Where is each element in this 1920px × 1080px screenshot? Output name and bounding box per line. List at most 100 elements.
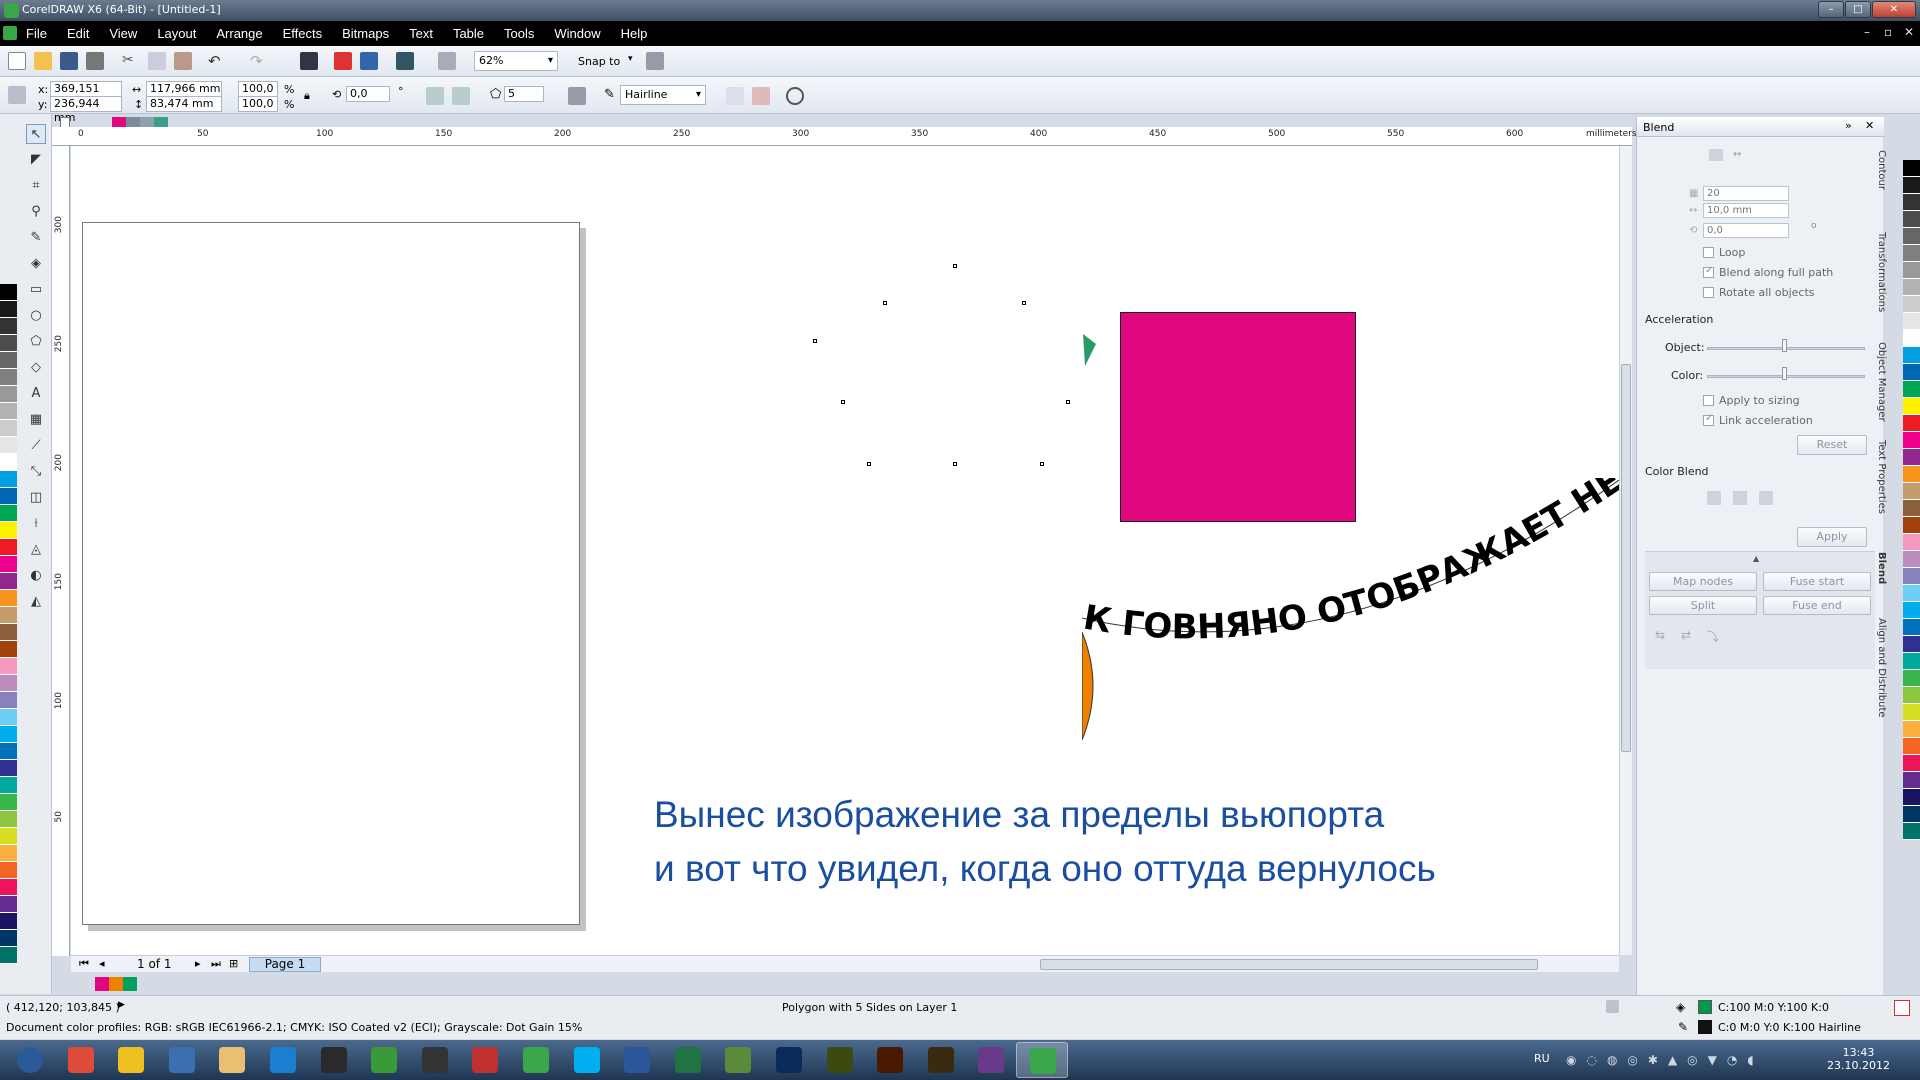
palette-swatch[interactable] bbox=[1903, 279, 1920, 296]
smart-fill-tool-icon[interactable]: ◈ bbox=[26, 254, 46, 274]
polygon-node[interactable] bbox=[1066, 400, 1070, 404]
palette-swatch[interactable] bbox=[1903, 755, 1920, 772]
apply-to-sizing-checkbox[interactable] bbox=[1703, 395, 1714, 406]
dimension-tool-icon[interactable]: ⟋ bbox=[26, 436, 46, 456]
palette-swatch[interactable] bbox=[0, 539, 17, 556]
palette-swatch[interactable] bbox=[0, 301, 17, 318]
doc-close-button[interactable]: ✕ bbox=[1904, 25, 1914, 39]
palette-swatch[interactable] bbox=[0, 437, 17, 454]
fuse-start-button[interactable]: Fuse start bbox=[1763, 572, 1871, 591]
palette-swatch[interactable] bbox=[0, 947, 17, 964]
text-on-path[interactable]: К ГОВНЯНО ОТОБРАЖАЕТ НЕ З bbox=[1082, 478, 1622, 658]
paste-icon[interactable] bbox=[174, 52, 192, 70]
taskbar-app-coreldraw-x6[interactable] bbox=[1016, 1042, 1068, 1078]
palette-swatch[interactable] bbox=[1903, 211, 1920, 228]
palette-swatch[interactable] bbox=[0, 420, 17, 437]
blend-path-icon[interactable]: ↔ bbox=[1733, 149, 1741, 160]
palette-swatch[interactable] bbox=[0, 454, 17, 471]
polygon-node[interactable] bbox=[953, 462, 957, 466]
menu-bitmaps[interactable]: Bitmaps bbox=[342, 26, 389, 41]
palette-swatch[interactable] bbox=[0, 624, 17, 641]
maximize-button[interactable]: □ bbox=[1845, 1, 1871, 18]
palette-swatch[interactable] bbox=[0, 369, 17, 386]
palette-swatch[interactable] bbox=[0, 386, 17, 403]
to-back-icon[interactable] bbox=[752, 87, 770, 105]
fill-tool-icon[interactable]: ◐ bbox=[26, 566, 46, 586]
map-nodes-button[interactable]: Map nodes bbox=[1649, 572, 1757, 591]
tab-contour[interactable]: Contour bbox=[1876, 150, 1887, 190]
palette-swatch[interactable] bbox=[1903, 262, 1920, 279]
palette-swatch[interactable] bbox=[1903, 330, 1920, 347]
system-tray-icons[interactable]: ◉◌◍◎✱▲◎▼◔◖ bbox=[1566, 1053, 1826, 1067]
palette-swatch[interactable] bbox=[0, 505, 17, 522]
scale-y-field[interactable]: 100,0 bbox=[238, 96, 278, 112]
palette-swatch[interactable] bbox=[0, 471, 17, 488]
rotate-all-objects-checkbox[interactable] bbox=[1703, 287, 1714, 298]
palette-swatch[interactable] bbox=[1903, 670, 1920, 687]
doc-swatch-pink[interactable] bbox=[95, 977, 109, 991]
horizontal-scroll-thumb[interactable] bbox=[1040, 959, 1538, 970]
clock[interactable]: 13:43 23.10.2012 bbox=[1827, 1046, 1890, 1072]
page-boundary[interactable] bbox=[82, 222, 580, 925]
scale-x-field[interactable]: 100,0 bbox=[238, 81, 278, 97]
taskbar-app-corel[interactable] bbox=[308, 1042, 360, 1078]
palette-swatch[interactable] bbox=[1903, 568, 1920, 585]
palette-swatch[interactable] bbox=[1903, 347, 1920, 364]
palette-swatch[interactable] bbox=[0, 896, 17, 913]
apply-button[interactable]: Apply bbox=[1797, 527, 1867, 547]
palette-swatch[interactable] bbox=[1903, 772, 1920, 789]
convert-to-curves-icon[interactable] bbox=[786, 87, 804, 105]
taskbar-app-ps[interactable] bbox=[763, 1042, 815, 1078]
y-position-field[interactable]: 236,944 mm bbox=[50, 96, 122, 124]
taskbar-app-security[interactable] bbox=[156, 1042, 208, 1078]
palette-swatch[interactable] bbox=[1903, 483, 1920, 500]
taskbar-app-excel[interactable] bbox=[662, 1042, 714, 1078]
outline-tool-icon[interactable]: ◬ bbox=[26, 540, 46, 560]
freehand-tool-icon[interactable]: ✎ bbox=[26, 228, 46, 248]
search-content-icon[interactable] bbox=[300, 52, 318, 70]
orange-ellipse-fragment[interactable] bbox=[1082, 632, 1102, 740]
polygon-tool-icon[interactable]: ⬠ bbox=[26, 332, 46, 352]
pick-tool-icon[interactable]: ↖ bbox=[26, 124, 46, 144]
palette-swatch[interactable] bbox=[1903, 364, 1920, 381]
tab-blend[interactable]: Blend bbox=[1876, 552, 1887, 584]
palette-swatch[interactable] bbox=[1903, 398, 1920, 415]
blend-along-full-path-checkbox[interactable] bbox=[1703, 265, 1714, 278]
polygon-node[interactable] bbox=[841, 400, 845, 404]
palette-swatch[interactable] bbox=[1903, 687, 1920, 704]
palette-swatch[interactable] bbox=[1903, 466, 1920, 483]
palette-swatch[interactable] bbox=[1903, 823, 1920, 840]
wrap-text-icon[interactable] bbox=[568, 87, 586, 105]
taskbar-app-norton[interactable] bbox=[105, 1042, 157, 1078]
palette-swatch[interactable] bbox=[1903, 619, 1920, 636]
import-icon[interactable] bbox=[334, 52, 352, 70]
outline-width-select[interactable]: Hairline bbox=[620, 85, 706, 105]
rectangle-tool-icon[interactable]: ▭ bbox=[26, 280, 46, 300]
palette-swatch[interactable] bbox=[0, 845, 17, 862]
polygon-node[interactable] bbox=[883, 301, 887, 305]
vertical-scroll-thumb[interactable] bbox=[1621, 364, 1631, 752]
polygon-node[interactable] bbox=[1022, 301, 1026, 305]
snap-to-dropdown[interactable]: Snap to bbox=[578, 55, 620, 68]
docker-close-icon[interactable]: ✕ bbox=[1865, 119, 1874, 132]
shape-tool-icon[interactable]: ◤ bbox=[26, 150, 46, 170]
taskbar-app-start[interactable] bbox=[4, 1042, 56, 1078]
coords-arrow-icon[interactable]: ▶ bbox=[118, 1000, 125, 1010]
palette-swatch[interactable] bbox=[1903, 177, 1920, 194]
palette-swatch[interactable] bbox=[0, 675, 17, 692]
mirror-horizontal-icon[interactable] bbox=[426, 87, 444, 105]
fuse-end-button[interactable]: Fuse end bbox=[1763, 596, 1871, 615]
palette-swatch[interactable] bbox=[0, 556, 17, 573]
palette-swatch[interactable] bbox=[0, 862, 17, 879]
color-profiles[interactable]: Document color profiles: RGB: sRGB IEC61… bbox=[6, 1021, 582, 1034]
basic-shapes-tool-icon[interactable]: ◇ bbox=[26, 358, 46, 378]
palette-swatch[interactable] bbox=[0, 641, 17, 658]
lock-ratio-icon[interactable]: 🔒︎ bbox=[304, 89, 310, 103]
minimize-button[interactable]: – bbox=[1818, 1, 1844, 18]
palette-swatch[interactable] bbox=[1903, 721, 1920, 738]
menu-arrange[interactable]: Arrange bbox=[216, 26, 262, 41]
green-shape-fragment[interactable] bbox=[1082, 332, 1098, 368]
palette-swatch[interactable] bbox=[0, 811, 17, 828]
palette-swatch[interactable] bbox=[0, 318, 17, 335]
copy-icon[interactable] bbox=[148, 52, 166, 70]
